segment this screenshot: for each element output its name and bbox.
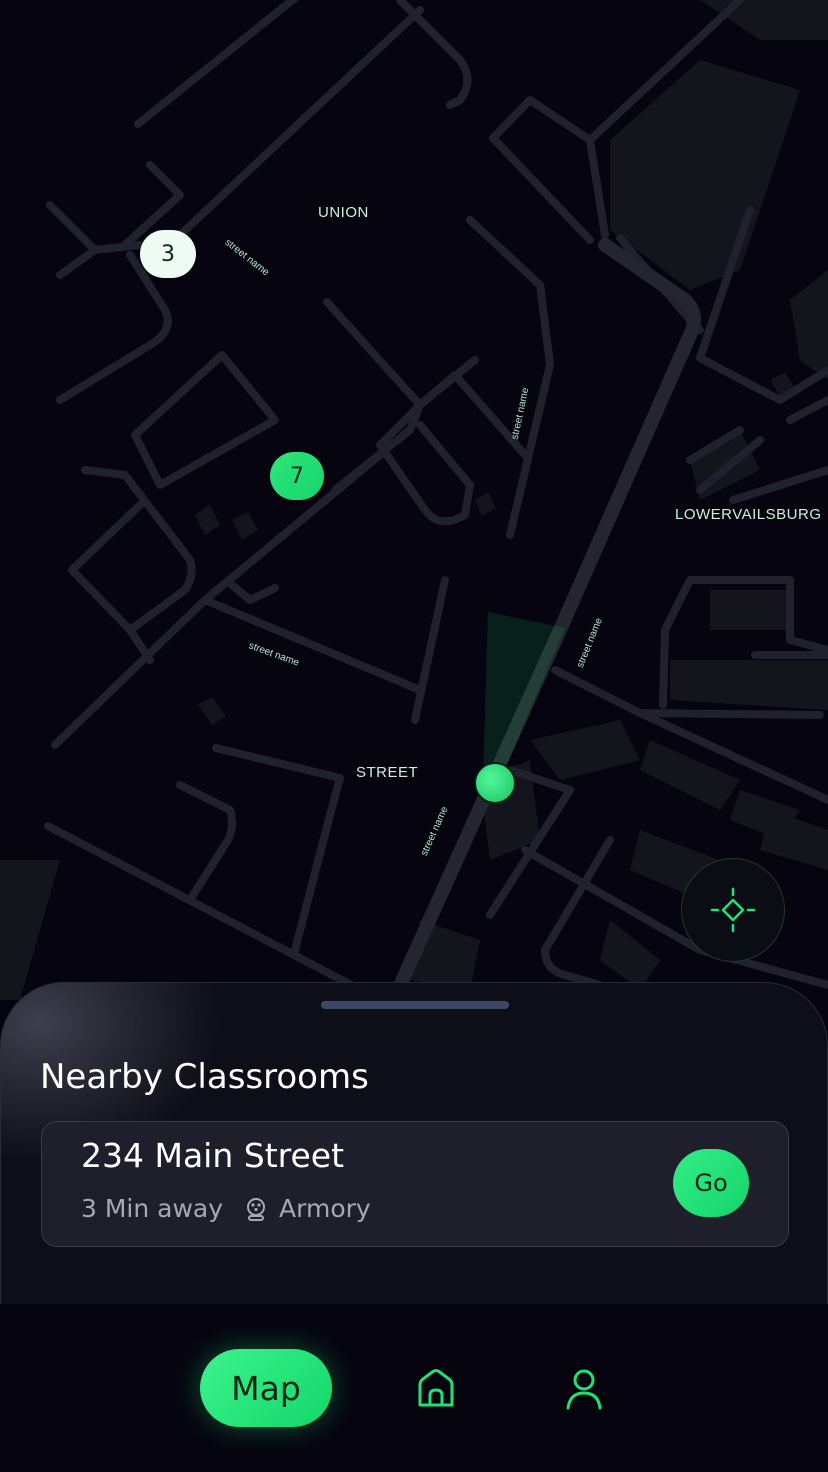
classroom-meta: 3 Min away Armory	[81, 1194, 371, 1223]
map-area-label-lowervailsburg: LOWERVAILSBURG	[675, 506, 822, 523]
venue-name: Armory	[279, 1194, 371, 1223]
recenter-location-button[interactable]	[681, 858, 785, 962]
classroom-card[interactable]: 234 Main Street 3 Min away Armory Go	[41, 1121, 789, 1247]
classroom-address: 234 Main Street	[81, 1136, 345, 1175]
go-button[interactable]: Go	[673, 1149, 749, 1217]
map-area-label-street: STREET	[356, 764, 419, 781]
crosshair-icon	[710, 887, 756, 933]
home-icon	[418, 1369, 454, 1407]
venue-icon	[245, 1197, 267, 1221]
nav-tab-map[interactable]: Map	[200, 1349, 332, 1427]
map-cluster-marker[interactable]: 7	[270, 452, 324, 500]
sheet-title: Nearby Classrooms	[40, 1057, 369, 1097]
map-cluster-marker[interactable]: 3	[140, 230, 196, 278]
sheet-drag-handle[interactable]	[321, 1001, 509, 1009]
nav-tab-home[interactable]	[406, 1359, 466, 1419]
nav-tab-profile[interactable]	[554, 1359, 614, 1419]
travel-time: 3 Min away	[81, 1194, 224, 1223]
map-area-label-union: UNION	[318, 204, 369, 221]
nearby-classrooms-sheet[interactable]: Nearby Classrooms 234 Main Street 3 Min …	[0, 982, 828, 1304]
user-location-marker	[474, 762, 516, 804]
user-icon	[566, 1369, 602, 1410]
bottom-navigation: Map	[0, 1304, 828, 1472]
